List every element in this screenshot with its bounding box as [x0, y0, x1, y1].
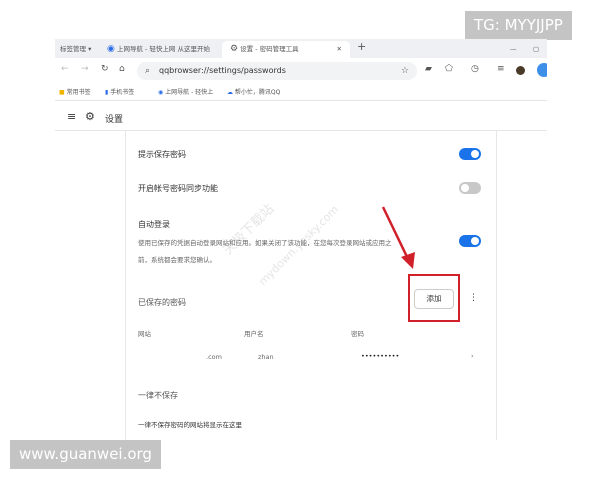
browser-window: 标签管理 ▾ ◉ 上网导航 - 轻快上网 从这里开始 ⚙ 设置 - 密码管理工具…: [55, 39, 547, 440]
watermark-site: www.guanwei.org: [10, 440, 161, 469]
watermark-tg: TG: MYYJJPP: [465, 11, 572, 40]
